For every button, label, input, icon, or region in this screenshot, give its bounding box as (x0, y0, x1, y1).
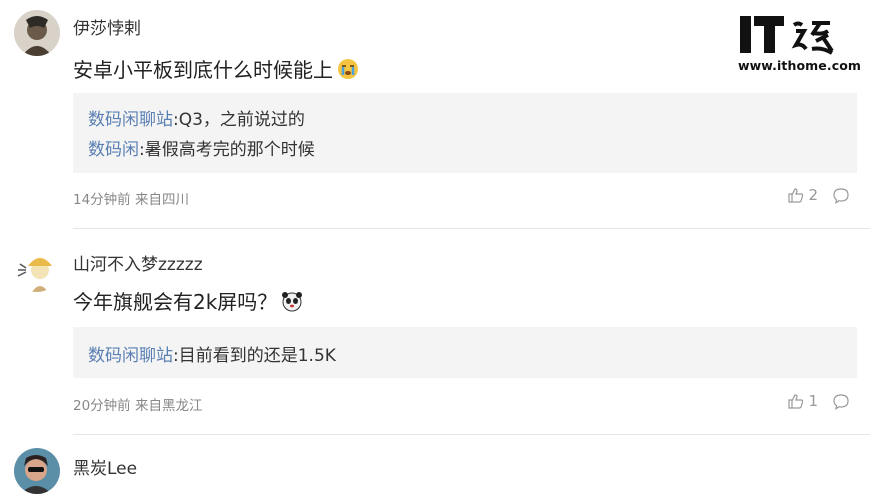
comment-item: 伊莎悖剌 安卓小平板到底什么时候能上 数码闲聊站:Q3，之前说过的 数码闲:暑假… (0, 0, 870, 228)
reply-bubble-icon[interactable] (832, 393, 850, 410)
avatar[interactable] (14, 246, 60, 292)
comment-item: 黑炭Lee (0, 434, 870, 494)
like-button[interactable]: 2 (787, 186, 818, 204)
comment-item: 山河不入梦zzzzz 今年旗舰会有2k屏吗？ 数码闲聊站:目前看到的还是1.5K… (0, 228, 870, 434)
reply-box: 数码闲聊站:目前看到的还是1.5K (73, 327, 857, 378)
crying-emoji-icon (338, 58, 358, 79)
reply-text: :暑假高考完的那个时候 (139, 140, 315, 160)
comment-meta: 14分钟前 来自四川 (73, 192, 189, 208)
reply-username[interactable]: 数码闲 (88, 140, 139, 160)
comment-meta: 20分钟前 来自黑龙江 (73, 398, 203, 414)
reply-username[interactable]: 数码闲聊站 (88, 346, 173, 366)
reply-box: 数码闲聊站:Q3，之前说过的 数码闲:暑假高考完的那个时候 (73, 93, 857, 173)
reply-username[interactable]: 数码闲聊站 (88, 110, 173, 130)
reply-text: :目前看到的还是1.5K (173, 346, 336, 366)
reply-bubble-icon[interactable] (832, 187, 850, 204)
thumbs-up-icon (788, 393, 804, 409)
comment-actions: 1 (787, 392, 850, 410)
avatar[interactable] (14, 10, 60, 56)
comment-text: 今年旗舰会有2k屏吗？ (73, 286, 303, 315)
reply-item: 数码闲聊站:Q3，之前说过的 (88, 105, 305, 130)
username[interactable]: 黑炭Lee (73, 454, 137, 479)
thumbs-up-icon (788, 187, 804, 203)
username[interactable]: 伊莎悖剌 (73, 14, 141, 39)
username[interactable]: 山河不入梦zzzzz (73, 250, 203, 275)
reply-text: :Q3，之前说过的 (173, 110, 305, 130)
comment-actions: 2 (787, 186, 850, 204)
comment-text: 安卓小平板到底什么时候能上 (73, 54, 359, 83)
reply-item: 数码闲聊站:目前看到的还是1.5K (88, 341, 336, 366)
like-count: 1 (808, 392, 818, 410)
reply-item: 数码闲:暑假高考完的那个时候 (88, 135, 315, 160)
avatar[interactable] (14, 448, 60, 494)
panda-emoji-icon (282, 291, 303, 311)
like-count: 2 (808, 186, 818, 204)
like-button[interactable]: 1 (787, 392, 818, 410)
